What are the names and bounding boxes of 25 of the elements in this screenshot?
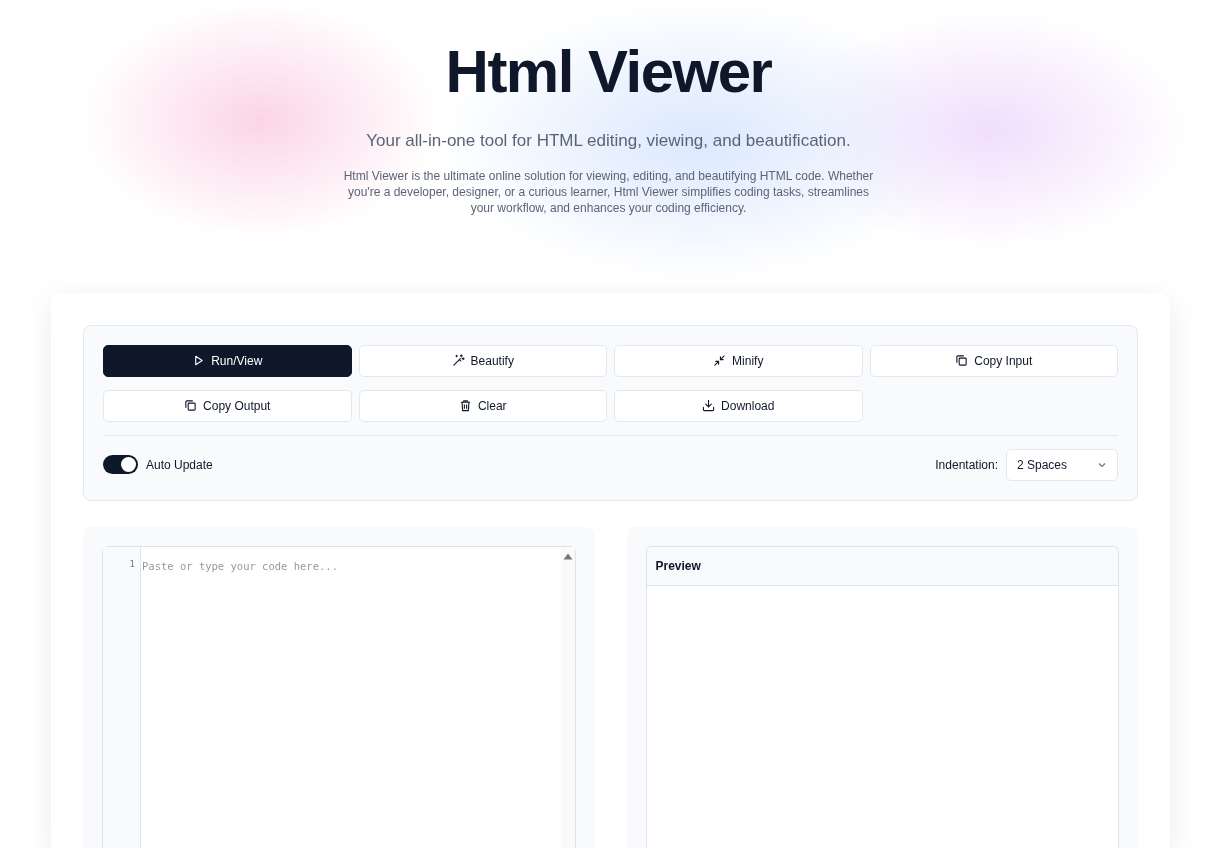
toolbar-button[interactable]: Copy Output: [103, 389, 352, 422]
copy-icon: [955, 354, 969, 367]
code-editor-field[interactable]: 1 Paste or type your code here...: [102, 545, 576, 848]
wand-icon: [451, 354, 465, 367]
preview-title: Preview: [655, 558, 701, 573]
line-number-gutter: 1: [103, 546, 141, 848]
auto-update-toggle[interactable]: [103, 455, 138, 474]
toolbar-button[interactable]: Minify: [614, 344, 863, 377]
toolbar-button[interactable]: Beautify: [358, 344, 607, 377]
page-title: Html Viewer: [445, 42, 772, 102]
auto-update-label: Auto Update: [146, 456, 213, 474]
page-subtitle: Your all-in-one tool for HTML editing, viewing, and beautification.: [366, 130, 851, 152]
play-icon: [192, 354, 206, 367]
toolbar-button[interactable]: Clear: [358, 389, 607, 422]
copy-icon: [184, 399, 198, 412]
indentation-select[interactable]: 2 Spaces: [1006, 448, 1118, 481]
scroll-up-icon[interactable]: [562, 552, 573, 560]
toolbar-button[interactable]: Download: [614, 389, 863, 422]
toolbar-button[interactable]: Copy Input: [869, 344, 1118, 377]
page-description: Html Viewer is the ultimate online solution for viewing, editing, and beautifying HTML code. Whether you're a developer, designer, or a curious learner, Html Viewer simplifies coding tasks, streamlines your workflow, and enhances your coding efficiency.: [342, 167, 875, 216]
indentation-label: Indentation:: [935, 456, 998, 474]
minimize-arrows-icon: [713, 354, 727, 367]
download-icon: [702, 399, 716, 412]
toolbar-button[interactable]: Run/View: [103, 344, 352, 377]
trash-icon: [458, 399, 472, 412]
